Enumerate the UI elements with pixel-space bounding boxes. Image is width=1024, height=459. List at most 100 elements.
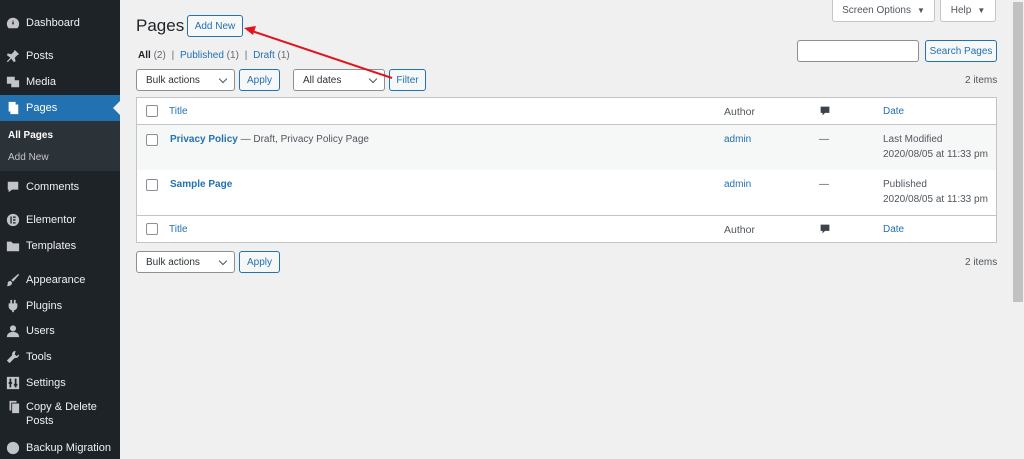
search-pages-button[interactable]: Search Pages bbox=[925, 40, 997, 62]
row-title-cell: Sample Page bbox=[170, 179, 232, 190]
row-date-value: 2020/08/05 at 11:33 pm bbox=[883, 194, 988, 205]
sidebar-item-elementor[interactable]: Elementor bbox=[0, 209, 120, 231]
row-title-link[interactable]: Sample Page bbox=[170, 179, 232, 190]
comment-bubble-icon[interactable] bbox=[820, 224, 830, 234]
select-all-checkbox[interactable] bbox=[146, 223, 158, 235]
brush-icon bbox=[0, 273, 26, 287]
row-date-value: 2020/08/05 at 11:33 pm bbox=[883, 149, 988, 160]
table-row: Sample Page admin — Published 2020/08/05… bbox=[137, 170, 996, 215]
scrollbar-thumb[interactable] bbox=[1013, 2, 1023, 302]
sidebar-item-media[interactable]: Media bbox=[0, 71, 120, 93]
admin-sidebar: Dashboard Posts Media Pages All Pages Ad… bbox=[0, 0, 120, 459]
user-icon bbox=[0, 324, 26, 338]
sidebar-item-comments[interactable]: Comments bbox=[0, 176, 120, 198]
folder-icon bbox=[0, 239, 26, 253]
comment-icon bbox=[0, 180, 26, 194]
pages-submenu: All Pages Add New bbox=[0, 121, 120, 171]
column-title-footer[interactable]: Title bbox=[169, 224, 188, 235]
row-title-cell: Privacy Policy — Draft, Privacy Policy P… bbox=[170, 134, 369, 145]
bulk-actions-select-bottom[interactable]: Bulk actions bbox=[136, 251, 235, 273]
comment-bubble-icon[interactable] bbox=[820, 106, 830, 116]
sidebar-item-label: Plugins bbox=[26, 300, 63, 312]
sidebar-item-label: Copy & Delete Posts bbox=[26, 401, 97, 427]
sidebar-item-users[interactable]: Users bbox=[0, 320, 120, 342]
help-label: Help bbox=[950, 5, 972, 16]
apply-button-bottom[interactable]: Apply bbox=[239, 251, 280, 273]
sidebar-item-appearance[interactable]: Appearance bbox=[0, 269, 120, 291]
vertical-scrollbar[interactable] bbox=[1012, 0, 1024, 459]
filter-draft[interactable]: Draft bbox=[253, 50, 275, 61]
sidebar-item-templates[interactable]: Templates bbox=[0, 235, 120, 257]
filter-button[interactable]: Filter bbox=[389, 69, 426, 91]
row-checkbox[interactable] bbox=[146, 134, 158, 146]
pages-table: Title Author Date Privacy Policy — Draft… bbox=[136, 97, 997, 243]
sidebar-item-pages[interactable]: Pages bbox=[0, 95, 120, 121]
column-date-header[interactable]: Date bbox=[883, 106, 904, 117]
sidebar-item-plugins[interactable]: Plugins bbox=[0, 295, 120, 317]
filter-all-count: (2) bbox=[153, 50, 166, 61]
row-checkbox[interactable] bbox=[146, 179, 158, 191]
backup-icon bbox=[0, 441, 26, 455]
help-button[interactable]: Help ▼ bbox=[940, 0, 996, 22]
column-date-footer[interactable]: Date bbox=[883, 224, 904, 235]
bulk-actions-value: Bulk actions bbox=[146, 74, 200, 86]
sidebar-item-label: Posts bbox=[26, 50, 54, 62]
pages-icon bbox=[0, 101, 26, 115]
chevron-down-icon bbox=[218, 74, 228, 84]
row-state: — Draft, Privacy Policy Page bbox=[237, 134, 369, 145]
sidebar-item-label: Settings bbox=[26, 377, 66, 389]
search-input[interactable] bbox=[797, 40, 919, 62]
dashboard-icon bbox=[0, 16, 26, 30]
filter-published[interactable]: Published bbox=[180, 50, 224, 61]
row-title-link[interactable]: Privacy Policy bbox=[170, 134, 238, 145]
column-author-footer: Author bbox=[724, 224, 755, 236]
page-title: Pages bbox=[136, 16, 185, 35]
elementor-icon bbox=[0, 213, 26, 227]
row-comments: — bbox=[819, 134, 829, 145]
table-footer-row: Title Author Date bbox=[137, 215, 996, 242]
filter-published-count: (1) bbox=[226, 50, 239, 61]
sidebar-item-label: Users bbox=[26, 325, 55, 337]
sidebar-item-label: Pages bbox=[26, 102, 58, 114]
bulk-actions-select[interactable]: Bulk actions bbox=[136, 69, 235, 91]
submenu-all-pages[interactable]: All Pages bbox=[8, 130, 53, 141]
submenu-add-new[interactable]: Add New bbox=[8, 152, 49, 163]
sidebar-item-label: Elementor bbox=[26, 214, 77, 226]
wrench-icon bbox=[0, 350, 26, 364]
separator: | bbox=[171, 50, 175, 61]
sidebar-item-label: Backup Migration bbox=[26, 442, 111, 454]
row-date-status: Published bbox=[883, 179, 927, 190]
chevron-down-icon bbox=[368, 74, 378, 84]
sidebar-item-label: Dashboard bbox=[26, 17, 80, 29]
media-icon bbox=[0, 75, 26, 89]
sidebar-item-label: Templates bbox=[26, 240, 77, 252]
add-new-button[interactable]: Add New bbox=[187, 15, 243, 37]
date-filter-value: All dates bbox=[303, 74, 342, 86]
row-comments: — bbox=[819, 179, 829, 190]
sidebar-item-tools[interactable]: Tools bbox=[0, 346, 120, 368]
sidebar-item-posts[interactable]: Posts bbox=[0, 45, 120, 67]
sidebar-item-backup-migration[interactable]: Backup Migration bbox=[0, 437, 120, 459]
screen-options-button[interactable]: Screen Options ▼ bbox=[832, 0, 935, 22]
sidebar-item-dashboard[interactable]: Dashboard bbox=[0, 12, 120, 34]
row-author-link[interactable]: admin bbox=[724, 134, 751, 145]
column-title-header[interactable]: Title bbox=[169, 106, 188, 117]
sidebar-item-copy-delete-posts[interactable]: Copy & Delete Posts bbox=[0, 400, 120, 430]
sidebar-item-settings[interactable]: Settings bbox=[0, 372, 120, 394]
status-filter-links: All (2) | Published (1) | Draft (1) bbox=[138, 50, 290, 61]
sidebar-item-label: Comments bbox=[26, 181, 80, 193]
column-author-header: Author bbox=[724, 106, 755, 118]
date-filter-select[interactable]: All dates bbox=[293, 69, 385, 91]
apply-button[interactable]: Apply bbox=[239, 69, 280, 91]
row-date-status: Last Modified bbox=[883, 134, 943, 145]
chevron-down-icon bbox=[218, 256, 228, 266]
sidebar-item-label: Media bbox=[26, 76, 56, 88]
plugin-icon bbox=[0, 299, 26, 313]
select-all-checkbox[interactable] bbox=[146, 105, 158, 117]
filter-all[interactable]: All bbox=[138, 50, 151, 61]
table-header-row: Title Author Date bbox=[137, 98, 996, 125]
settings-icon bbox=[0, 376, 26, 390]
caret-down-icon: ▼ bbox=[977, 6, 986, 15]
row-author-link[interactable]: admin bbox=[724, 179, 751, 190]
sidebar-item-label: Appearance bbox=[26, 274, 86, 286]
